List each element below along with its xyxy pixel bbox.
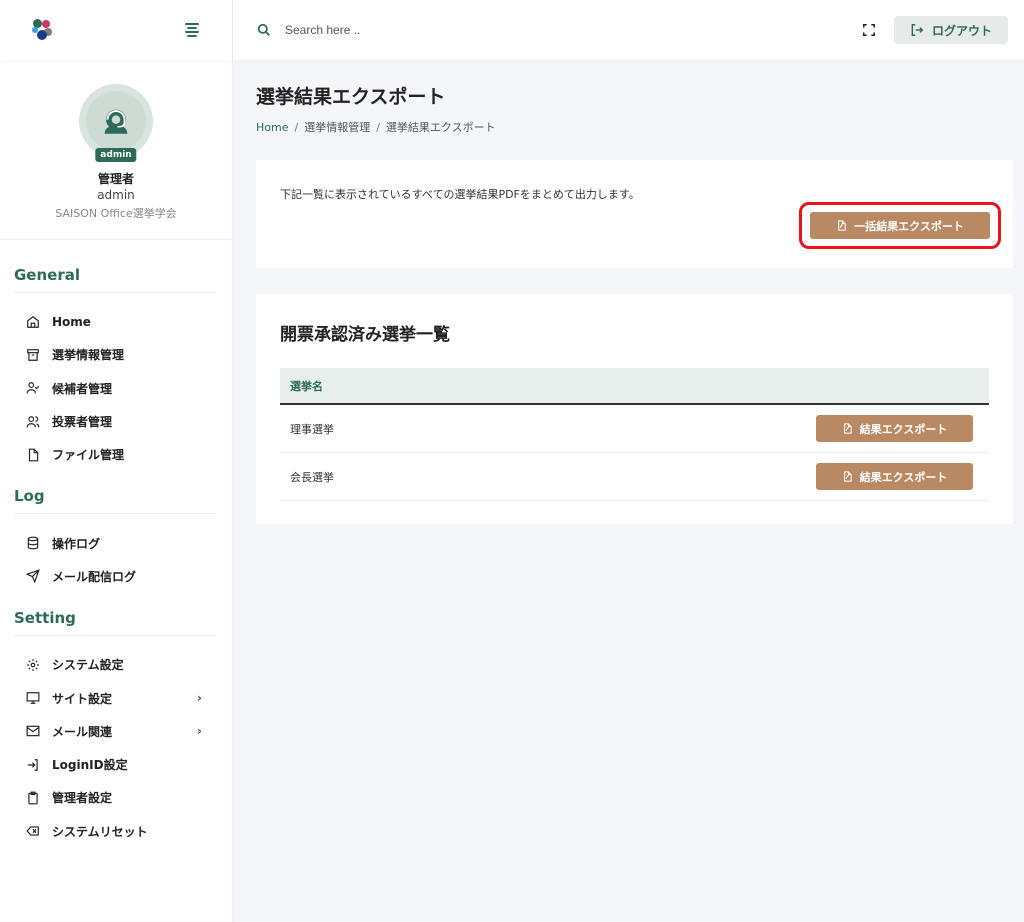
profile-role: 管理者: [97, 172, 134, 186]
search-bar: [257, 23, 862, 37]
breadcrumb-separator: /: [376, 121, 380, 134]
result-export-label: 結果エクスポート: [859, 422, 948, 436]
table-header: 選挙名: [280, 368, 989, 405]
breadcrumb: Home / 選挙情報管理 / 選挙結果エクスポート: [256, 119, 1013, 135]
admin-badge: admin: [95, 148, 137, 162]
breadcrumb-separator: /: [294, 121, 299, 134]
sidebar-item-label: 候補者管理: [52, 381, 113, 396]
bulk-export-label: 一括結果エクスポート: [854, 219, 964, 233]
sidebar-item-label: システムリセット: [52, 824, 148, 839]
breadcrumb-home[interactable]: Home: [256, 121, 288, 134]
sidebar-item-mail[interactable]: メール関連 ›: [14, 715, 218, 748]
sidebar: admin 管理者 admin SAISON Office選挙学会 Genera…: [0, 0, 233, 922]
top-header: ログアウト: [233, 0, 1024, 60]
logout-icon: [911, 24, 924, 36]
sidebar-item-candidates[interactable]: 候補者管理: [14, 372, 218, 405]
logo[interactable]: [30, 17, 56, 43]
election-name: 会長選挙: [290, 470, 334, 484]
home-icon: [27, 315, 39, 328]
sidebar-item-mail-log[interactable]: メール配信ログ: [14, 560, 218, 593]
sidebar-item-label: サイト設定: [52, 691, 113, 706]
breadcrumb-current: 選挙結果エクスポート: [385, 121, 496, 134]
chevron-right-icon: ›: [197, 691, 202, 706]
election-name: 理事選挙: [290, 422, 334, 436]
result-export-button[interactable]: 結果エクスポート: [816, 463, 973, 490]
sidebar-item-admin-settings[interactable]: 管理者設定: [14, 781, 218, 814]
clipboard-icon: [28, 791, 38, 805]
sidebar-top: [0, 0, 232, 60]
section-title-general: General: [14, 240, 216, 293]
archive-icon: [27, 349, 39, 361]
profile-organization: SAISON Office選挙学会: [55, 207, 177, 220]
monitor-icon: [26, 692, 40, 704]
page-title: 選挙結果エクスポート: [256, 86, 446, 108]
mail-icon: [26, 726, 40, 737]
delete-icon: [26, 826, 39, 836]
pdf-file-icon: [843, 471, 852, 482]
sidebar-item-files[interactable]: ファイル管理: [14, 438, 218, 471]
bulk-export-card: 下記一覧に表示されているすべての選挙結果PDFをまとめて出力します。 一括結果エ…: [256, 160, 1013, 268]
sidebar-item-label: システム設定: [52, 658, 124, 673]
profile: admin 管理者 admin SAISON Office選挙学会: [0, 60, 232, 240]
table-row: 会長選挙 結果エクスポート: [280, 453, 989, 501]
sidebar-item-voters[interactable]: 投票者管理: [14, 405, 218, 438]
sidebar-item-label: Home: [52, 314, 91, 329]
pdf-file-icon: [838, 220, 846, 231]
sidebar-item-label: メール関連: [52, 724, 113, 739]
search-input[interactable]: [285, 23, 585, 37]
profile-username: admin: [97, 188, 135, 202]
main-content: 選挙結果エクスポート Home / 選挙情報管理 / 選挙結果エクスポート 下記一覧に表…: [256, 60, 1013, 524]
gear-icon: [27, 658, 39, 671]
highlight-box: 一括結果エクスポート: [799, 202, 1001, 249]
sidebar-item-site-settings[interactable]: サイト設定 ›: [14, 681, 218, 714]
elections-table: 選挙名 理事選挙 結果エクスポート 会長選挙 結果エクスポート: [280, 368, 989, 501]
sidebar-item-label: 操作ログ: [52, 536, 101, 551]
section-title-setting: Setting: [14, 597, 216, 637]
pdf-file-icon: [843, 423, 852, 434]
section-title-log: Log: [14, 475, 216, 515]
sidebar-item-label: メール配信ログ: [52, 569, 137, 584]
approved-elections-title: 開票承認済み選挙一覧: [280, 325, 450, 345]
approved-elections-card: 開票承認済み選挙一覧 選挙名 理事選挙 結果エクスポート 会長選挙 結果エクスポ…: [256, 294, 1013, 524]
user-check-icon: [26, 382, 40, 394]
table-row: 理事選挙 結果エクスポート: [280, 405, 989, 453]
sidebar-item-loginid[interactable]: LoginID設定: [14, 748, 218, 781]
sidebar-item-home[interactable]: Home: [14, 305, 218, 338]
bulk-export-button[interactable]: 一括結果エクスポート: [810, 212, 990, 239]
avatar: admin: [79, 84, 153, 162]
sidebar-nav: General Home 選挙情報管理 候補者管理 投票者管理 ファイル管理 L…: [0, 240, 232, 852]
users-icon: [26, 415, 40, 427]
logout-label: ログアウト: [931, 23, 992, 38]
sidebar-item-label: LoginID設定: [52, 758, 128, 773]
sidebar-item-label: ファイル管理: [52, 448, 125, 463]
fullscreen-icon[interactable]: [862, 23, 876, 37]
sidebar-item-election-info[interactable]: 選挙情報管理: [14, 338, 218, 371]
result-export-button[interactable]: 結果エクスポート: [816, 415, 973, 442]
send-icon: [26, 569, 40, 584]
breadcrumb-election-info[interactable]: 選挙情報管理: [304, 121, 370, 134]
login-icon: [27, 758, 38, 771]
sidebar-item-label: 管理者設定: [52, 791, 113, 806]
sidebar-item-system-settings[interactable]: システム設定: [14, 648, 218, 681]
chevron-right-icon: ›: [197, 724, 202, 739]
sidebar-item-operation-log[interactable]: 操作ログ: [14, 526, 218, 559]
menu-toggle-icon[interactable]: [184, 23, 200, 37]
bulk-export-description: 下記一覧に表示されているすべての選挙結果PDFをまとめて出力します。: [280, 188, 640, 201]
logout-button[interactable]: ログアウト: [893, 16, 1008, 44]
file-icon: [28, 448, 39, 462]
column-header-election-name: 選挙名: [290, 379, 323, 393]
sidebar-item-system-reset[interactable]: システムリセット: [14, 815, 218, 848]
database-icon: [27, 536, 39, 550]
support-agent-icon: [104, 109, 128, 134]
search-icon: [257, 23, 270, 36]
sidebar-item-label: 選挙情報管理: [52, 348, 125, 363]
sidebar-item-label: 投票者管理: [52, 415, 113, 430]
result-export-label: 結果エクスポート: [859, 470, 948, 484]
